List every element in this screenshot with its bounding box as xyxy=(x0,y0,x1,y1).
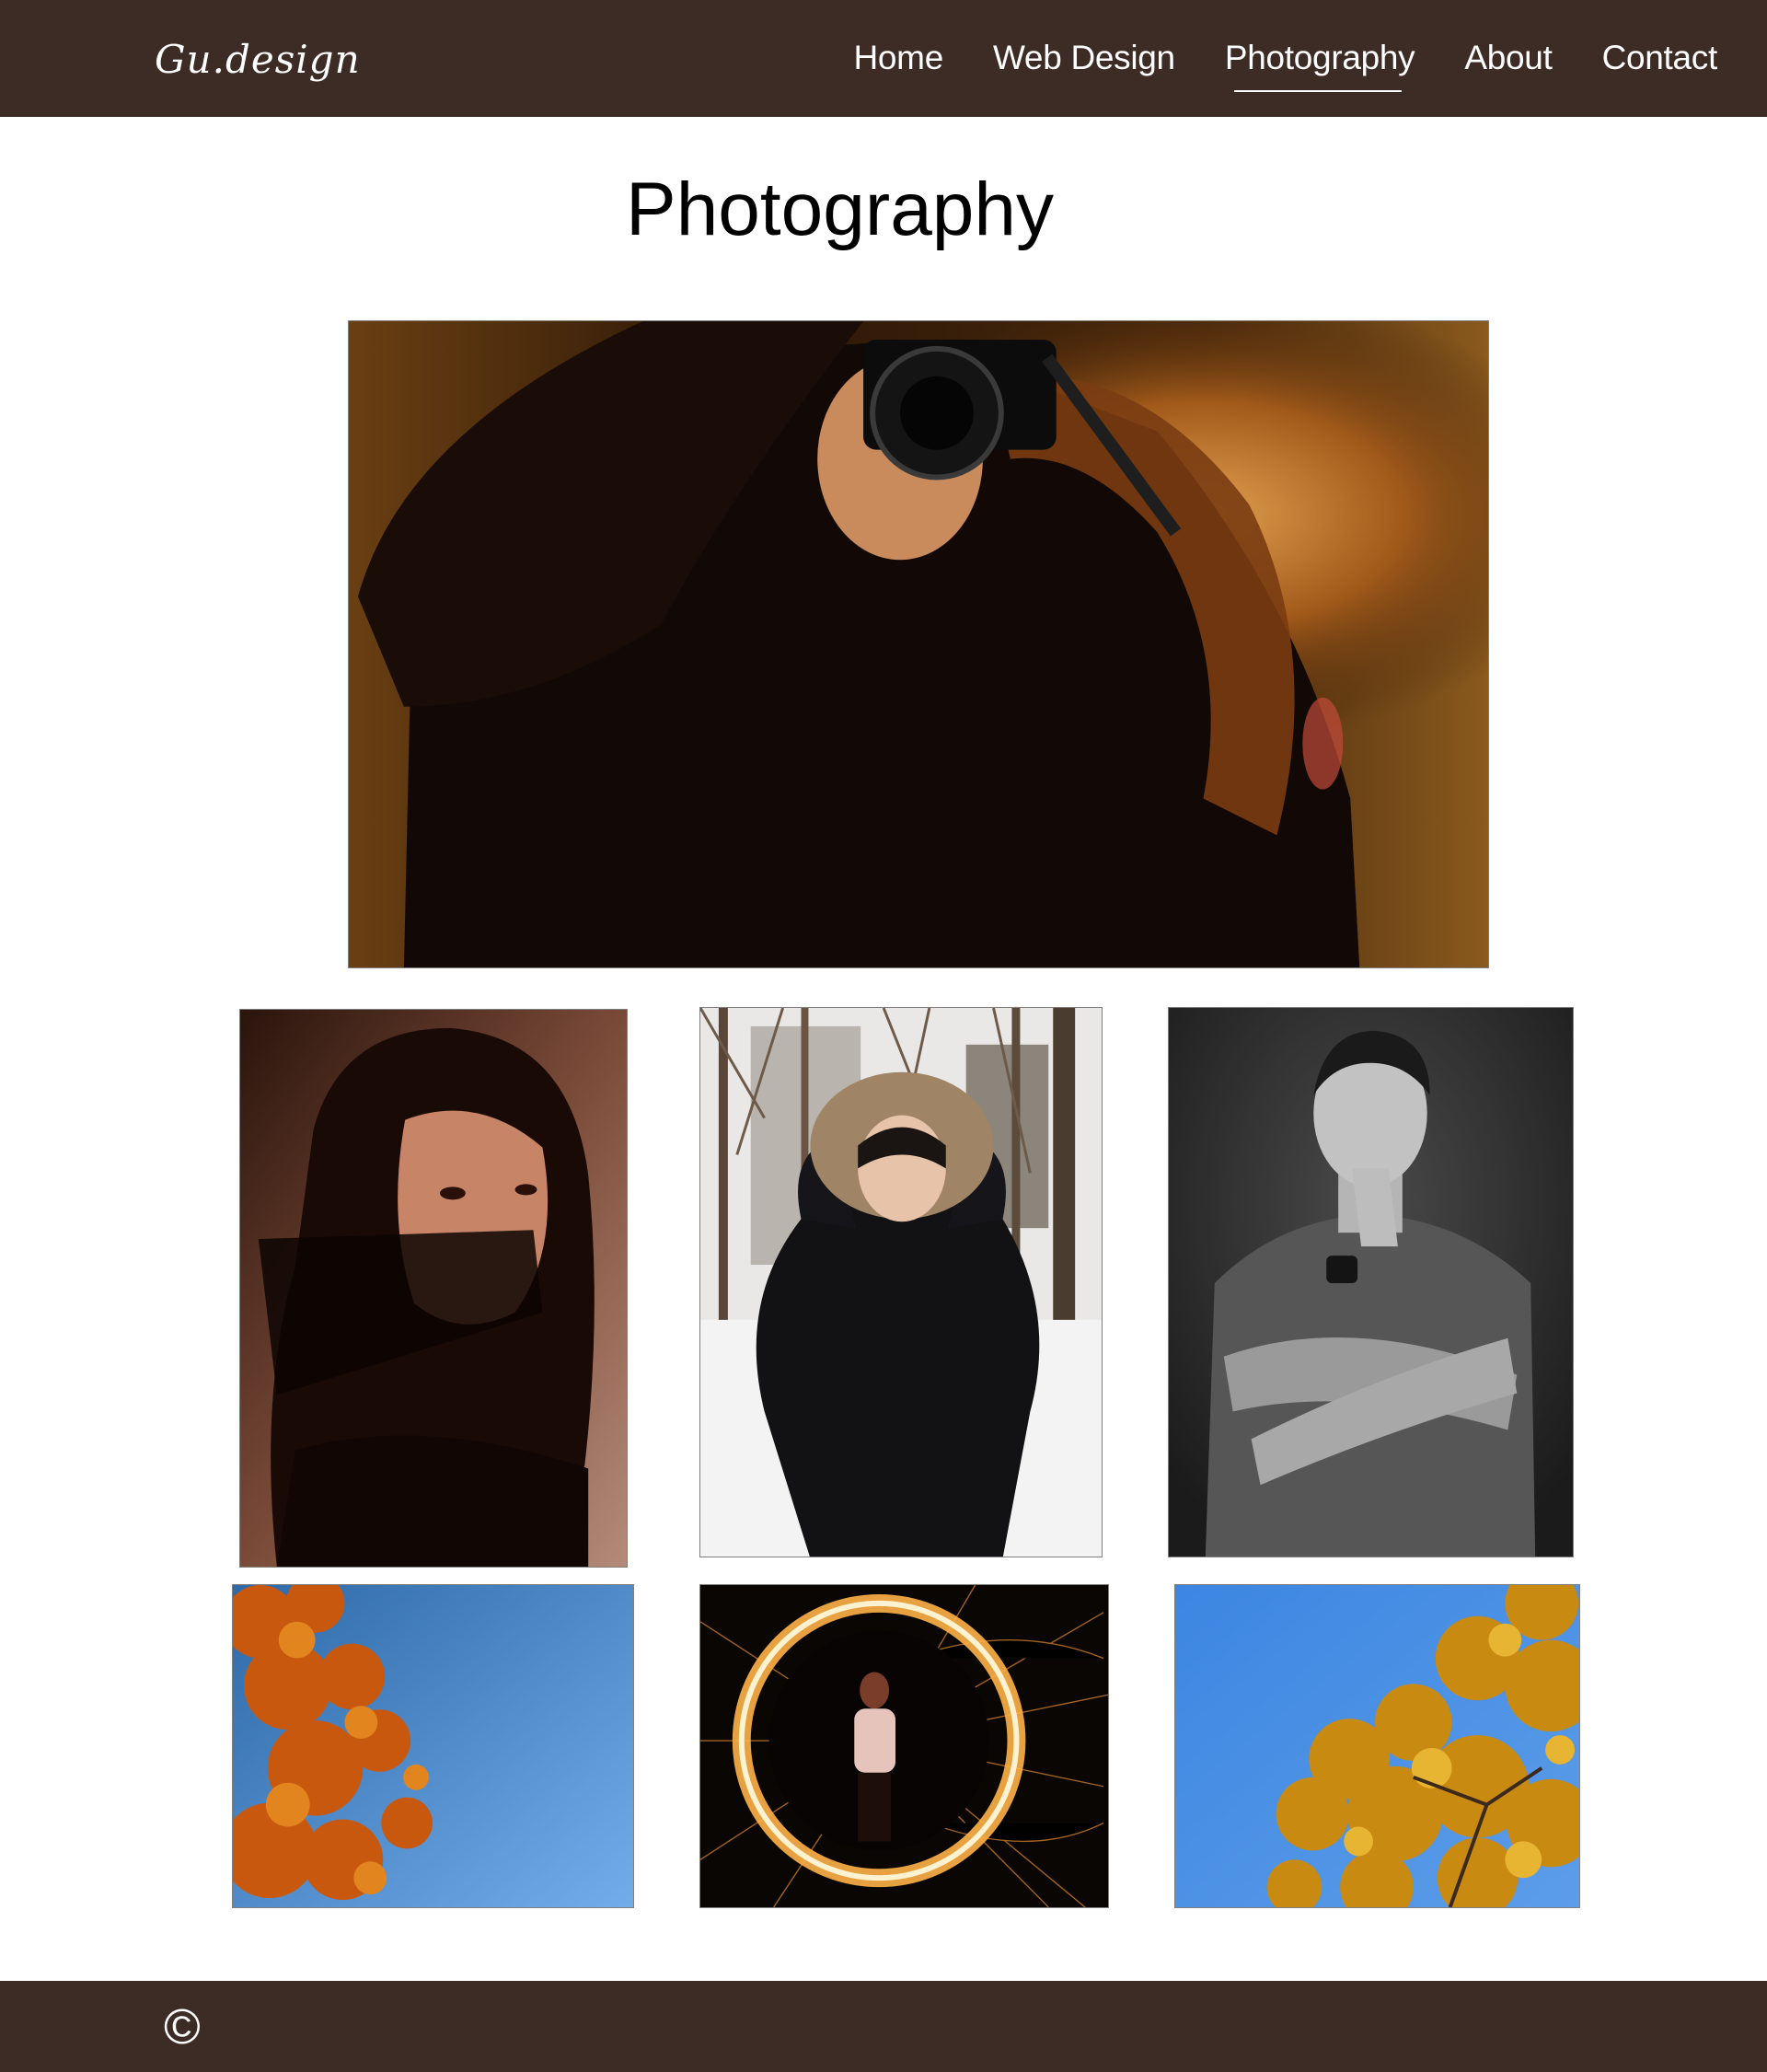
nav-home[interactable]: Home xyxy=(853,35,943,81)
site-header: Gu.design Home Web Design Photography Ab… xyxy=(0,0,1767,117)
photo-orange-leaves-sky xyxy=(232,1584,634,1908)
nav-web-design[interactable]: Web Design xyxy=(993,35,1175,81)
photo-man-bw-portrait xyxy=(1168,1007,1574,1557)
site-footer: © xyxy=(0,1981,1767,2072)
photo-woman-snow-parka xyxy=(699,1007,1103,1557)
photo-light-painting-circle xyxy=(699,1584,1109,1908)
photo-woman-shadow-portrait xyxy=(239,1009,628,1568)
copyright-icon: © xyxy=(164,1999,201,2055)
nav-photography[interactable]: Photography xyxy=(1225,35,1415,92)
nav-about[interactable]: About xyxy=(1464,35,1553,81)
hero-photo-camera-selfie xyxy=(348,320,1489,968)
photo-yellow-tree-sky xyxy=(1174,1584,1580,1908)
main-nav: Home Web Design Photography About Contac… xyxy=(803,35,1718,92)
page-title: Photography xyxy=(626,168,1055,251)
nav-contact[interactable]: Contact xyxy=(1602,35,1718,81)
site-logo[interactable]: Gu.design xyxy=(155,31,361,88)
